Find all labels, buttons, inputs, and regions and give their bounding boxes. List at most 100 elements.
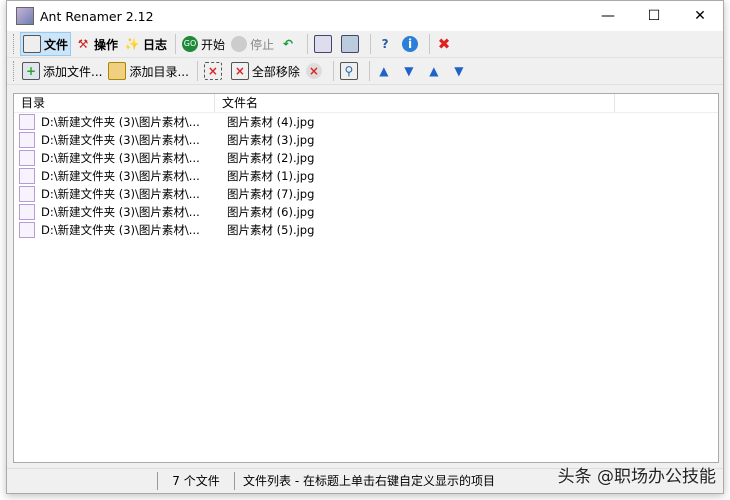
image-file-icon (19, 150, 35, 166)
move-down-button[interactable]: ▼ (399, 60, 422, 82)
remove-all-button[interactable]: × 全部移除 (229, 60, 302, 82)
image-file-icon (19, 132, 35, 148)
directory-cell: D:\新建文件夹 (3)\图片素材\... (41, 169, 200, 183)
stop-label: 停止 (250, 37, 275, 52)
filename-cell: 图片素材 (5).jpg (227, 223, 315, 237)
filename-cell: 图片素材 (6).jpg (227, 205, 315, 219)
file-count: 7 个文件 (157, 472, 234, 490)
window-icon (314, 35, 333, 53)
directory-cell: D:\新建文件夹 (3)\图片素材\... (41, 133, 200, 147)
actions-tab-button[interactable]: ⚒ 操作 (73, 33, 120, 55)
directory-cell: D:\新建文件夹 (3)\图片素材\... (41, 223, 200, 237)
image-file-icon (19, 186, 35, 202)
directory-cell: D:\新建文件夹 (3)\图片素材\... (41, 205, 200, 219)
remove-all-label: 全部移除 (251, 64, 300, 79)
window-title: Ant Renamer 2.12 (40, 8, 154, 24)
exit-button[interactable]: ✖ (434, 33, 457, 55)
start-label: 开始 (201, 37, 226, 52)
maximize-button[interactable]: ☐ (631, 1, 677, 31)
remove-dead-button[interactable]: × (304, 60, 327, 82)
directory-cell: D:\新建文件夹 (3)\图片素材\... (41, 151, 200, 165)
search-button[interactable]: ⚲ (338, 60, 363, 82)
filename-cell: 图片素材 (1).jpg (227, 169, 315, 183)
go-icon: GO (182, 36, 199, 52)
stop-icon (231, 36, 248, 52)
log-label: 日志 (143, 37, 168, 52)
preview-icon (341, 35, 360, 53)
table-row[interactable]: D:\新建文件夹 (3)\图片素材\... 图片素材 (2).jpg (14, 149, 718, 167)
start-button[interactable]: GO 开始 (180, 33, 227, 55)
log-tab-button[interactable]: ✨ 日志 (122, 33, 169, 55)
double-chevron-up-icon: ▲ (429, 64, 439, 78)
image-file-icon (19, 204, 35, 220)
filename-cell: 图片素材 (2).jpg (227, 151, 315, 165)
table-row[interactable]: D:\新建文件夹 (3)\图片素材\... 图片素材 (5).jpg (14, 221, 718, 239)
image-file-icon (19, 114, 35, 130)
table-row[interactable]: D:\新建文件夹 (3)\图片素材\... 图片素材 (7).jpg (14, 185, 718, 203)
separator (196, 61, 198, 81)
folder-icon (108, 62, 127, 80)
file-tab-button[interactable]: 文件 (20, 32, 72, 56)
filename-cell: 图片素材 (7).jpg (227, 187, 315, 201)
tools-icon: ⚒ (77, 37, 89, 51)
help-icon: ? (381, 37, 389, 51)
separator (370, 34, 372, 54)
add-files-label: 添加文件... (43, 64, 103, 79)
add-folder-button[interactable]: 添加目录... (106, 60, 190, 82)
filename-cell: 图片素材 (3).jpg (227, 133, 315, 147)
exit-icon: ✖ (437, 35, 451, 53)
magnifier-icon: ⚲ (339, 62, 358, 80)
stop-button[interactable]: 停止 (229, 33, 276, 55)
main-toolbar: 文件 ⚒ 操作 ✨ 日志 GO 开始 停止 ↶ ? i ✖ (7, 31, 723, 58)
table-row[interactable]: D:\新建文件夹 (3)\图片素材\... 图片素材 (6).jpg (14, 203, 718, 221)
preview-button[interactable] (339, 33, 364, 55)
window-button[interactable] (312, 33, 337, 55)
move-top-button[interactable]: ▲ (424, 60, 447, 82)
column-header-filename[interactable]: 文件名 (215, 94, 615, 112)
log-icon: ✨ (124, 37, 140, 51)
separator (175, 34, 177, 54)
separator (307, 34, 309, 54)
add-folder-label: 添加目录... (129, 64, 189, 79)
actions-label: 操作 (94, 37, 119, 52)
move-up-button[interactable]: ▲ (374, 60, 397, 82)
double-chevron-down-icon: ▼ (454, 64, 464, 78)
minimize-button[interactable]: — (585, 1, 631, 31)
table-row[interactable]: D:\新建文件夹 (3)\图片素材\... 图片素材 (3).jpg (14, 131, 718, 149)
status-hint: 文件列表 - 在标题上单击右键自定义显示的项目 (234, 472, 503, 490)
title-bar: Ant Renamer 2.12 — ☐ ✕ (7, 1, 723, 31)
toolbar-grip[interactable] (13, 34, 17, 54)
directory-cell: D:\新建文件夹 (3)\图片素材\... (41, 187, 200, 201)
file-toolbar: + 添加文件... 添加目录... × × 全部移除 × ⚲ ▲ ▼ ▲ ▼ (7, 58, 723, 85)
column-header-directory[interactable]: 目录 (14, 94, 215, 112)
close-button[interactable]: ✕ (677, 1, 723, 31)
undo-icon: ↶ (283, 37, 294, 51)
chevron-down-icon: ▼ (404, 64, 414, 78)
move-bottom-button[interactable]: ▼ (449, 60, 472, 82)
list-header: 目录 文件名 (14, 94, 718, 113)
info-icon: i (402, 36, 419, 52)
table-row[interactable]: D:\新建文件夹 (3)\图片素材\... 图片素材 (1).jpg (14, 167, 718, 185)
about-button[interactable]: i (400, 33, 423, 55)
file-list[interactable]: 目录 文件名 D:\新建文件夹 (3)\图片素材\... 图片素材 (4).jpg… (13, 93, 719, 463)
filename-cell: 图片素材 (4).jpg (227, 115, 315, 129)
undo-button[interactable]: ↶ (278, 33, 301, 55)
chevron-up-icon: ▲ (379, 64, 389, 78)
toolbar-grip[interactable] (13, 61, 17, 81)
table-row[interactable]: D:\新建文件夹 (3)\图片素材\... 图片素材 (4).jpg (14, 113, 718, 131)
app-icon (16, 7, 34, 25)
image-file-icon (19, 222, 35, 238)
add-file-icon: + (22, 62, 40, 80)
remove-selected-button[interactable]: × (202, 60, 227, 82)
watermark: 头条 @职场办公技能 (557, 467, 716, 487)
remove-selected-icon: × (203, 62, 222, 80)
file-label: 文件 (44, 37, 69, 52)
add-files-button[interactable]: + 添加文件... (20, 60, 104, 82)
remove-all-icon: × (230, 62, 249, 80)
remove-dead-icon: × (305, 63, 322, 79)
separator (368, 61, 370, 81)
help-button[interactable]: ? (375, 33, 398, 55)
separator (429, 34, 431, 54)
app-window: Ant Renamer 2.12 — ☐ ✕ 文件 ⚒ 操作 ✨ 日志 GO 开始 停… (6, 0, 724, 494)
directory-cell: D:\新建文件夹 (3)\图片素材\... (41, 115, 200, 129)
